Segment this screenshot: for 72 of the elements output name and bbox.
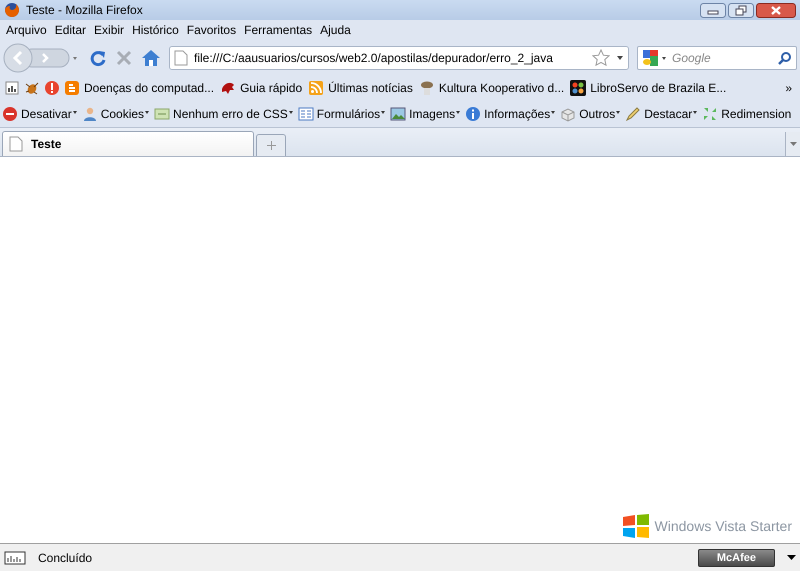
- search-icon[interactable]: [778, 50, 792, 64]
- toolbar-menu-button[interactable]: Desativar: [21, 107, 77, 121]
- home-icon[interactable]: [141, 48, 161, 66]
- dropdown-arrow-icon: [790, 142, 796, 146]
- css-icon[interactable]: [154, 106, 170, 122]
- toolbar-menu-button[interactable]: Redimension: [721, 107, 792, 121]
- plus-icon: [266, 141, 276, 150]
- caret-icon: [145, 111, 150, 114]
- menu-item[interactable]: Favoritos: [182, 23, 240, 37]
- reload-icon[interactable]: [89, 48, 107, 66]
- search-field[interactable]: Google: [672, 50, 774, 64]
- new-tab-button[interactable]: [256, 134, 286, 156]
- toolbar-menu-button[interactable]: Nenhum erro de CSS: [173, 107, 293, 121]
- firefox-logo-icon: [4, 2, 20, 18]
- dragon-icon[interactable]: [220, 80, 236, 96]
- security-badge[interactable]: McAfee: [698, 548, 775, 566]
- image-icon[interactable]: [390, 106, 406, 122]
- page-icon: [174, 50, 188, 66]
- page-icon: [9, 136, 23, 152]
- pen-icon[interactable]: [625, 106, 642, 122]
- dropdown-arrow-icon[interactable]: [787, 554, 796, 560]
- toolbar-menu-button[interactable]: Cookies: [100, 107, 150, 121]
- watermark-text: Windows Vista Starter: [654, 518, 792, 534]
- caret-icon: [616, 111, 620, 114]
- caret-icon: [693, 111, 698, 114]
- close-icon[interactable]: [756, 2, 796, 18]
- bookmark-link[interactable]: Doenças do computad...: [84, 81, 214, 95]
- caret-icon: [551, 111, 556, 114]
- windows-flag-icon: [620, 513, 651, 539]
- toolbar-menu-button[interactable]: Imagens: [409, 107, 460, 121]
- menu-item[interactable]: Arquivo: [2, 23, 51, 37]
- minimize-icon[interactable]: [700, 2, 726, 18]
- bookmark-link[interactable]: Guia rápido: [240, 81, 302, 95]
- toolbar-menu-button[interactable]: Formulários: [316, 107, 386, 121]
- menu-item[interactable]: Ferramentas: [240, 23, 316, 37]
- person-icon[interactable]: [82, 106, 98, 122]
- toolbar-menu-button[interactable]: Destacar: [644, 107, 698, 121]
- search-box[interactable]: Google: [637, 46, 797, 70]
- menu-item[interactable]: Editar: [50, 23, 90, 37]
- tab-list-button[interactable]: [785, 132, 800, 156]
- bookmark-link[interactable]: Últimas notícias: [328, 81, 413, 95]
- status-meter-icon[interactable]: [4, 80, 20, 96]
- info-icon[interactable]: [465, 106, 482, 122]
- bookmark-link[interactable]: LibroServo de Brazila E...: [590, 81, 726, 95]
- toolbar-menu-button[interactable]: Outros: [579, 107, 620, 121]
- star-icon[interactable]: [592, 48, 610, 66]
- menu-item[interactable]: Ajuda: [316, 23, 355, 37]
- dropdown-arrow-icon[interactable]: [616, 54, 624, 62]
- menu-item[interactable]: Exibir: [90, 23, 128, 37]
- bookmark-link[interactable]: Kultura Kooperativo d...: [438, 81, 564, 95]
- address-field[interactable]: file:///C:/aausuarios/cursos/web2.0/apostilas/depurador/erro_2_java: [169, 46, 629, 70]
- blocks-icon[interactable]: [560, 106, 576, 122]
- search-engine-icon[interactable]: [642, 48, 668, 66]
- browser-tab[interactable]: Teste: [2, 131, 254, 156]
- bug-icon[interactable]: [24, 80, 40, 96]
- menu-item[interactable]: Histórico: [128, 23, 183, 37]
- dots-logo-icon[interactable]: [570, 80, 586, 96]
- caret-icon: [381, 111, 386, 114]
- status-text: Concluído: [38, 550, 94, 564]
- alert-icon[interactable]: [44, 80, 60, 96]
- bookmarks-overflow-button[interactable]: »: [781, 81, 796, 95]
- caret-icon: [72, 111, 77, 114]
- restore-icon[interactable]: [728, 2, 754, 18]
- toolbar-menu-button[interactable]: Informações: [484, 107, 556, 121]
- status-meter-icon: [4, 550, 26, 566]
- disable-icon[interactable]: [2, 106, 18, 122]
- feed-icon[interactable]: [308, 80, 324, 96]
- blog-logo-icon[interactable]: [64, 80, 80, 96]
- window-title: Teste - Mozilla Firefox: [26, 3, 144, 17]
- caret-icon: [456, 111, 460, 114]
- form-icon[interactable]: [298, 106, 314, 122]
- caret-icon: [288, 111, 293, 114]
